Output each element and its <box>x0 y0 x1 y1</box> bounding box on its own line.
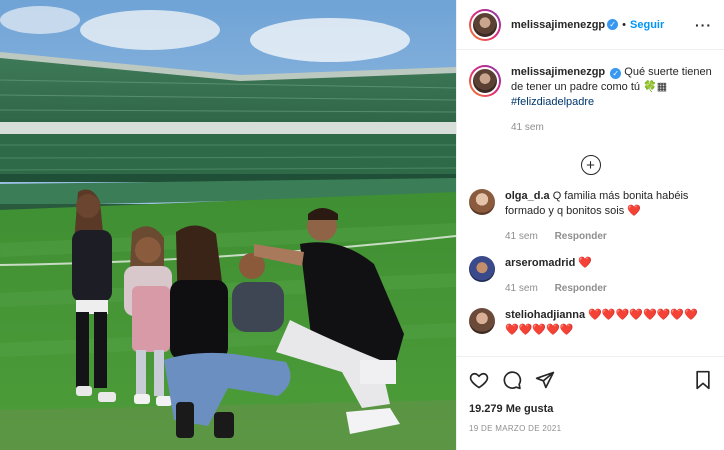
post-photo[interactable] <box>0 0 456 450</box>
caption-time[interactable]: 41 sem <box>511 122 544 133</box>
load-more-comments[interactable]: + <box>469 155 712 175</box>
commenter-username[interactable]: steliohadjianna <box>505 309 585 321</box>
comment-time[interactable]: 41 sem <box>505 283 538 294</box>
more-options-icon[interactable]: ··· <box>695 17 712 33</box>
action-bar <box>469 367 712 393</box>
bookmark-icon[interactable] <box>694 370 712 390</box>
comments-list[interactable]: melissajimenezgp ✓ Qué suerte tienen de … <box>457 51 724 355</box>
heart-icon[interactable] <box>469 370 489 390</box>
reply-button[interactable]: Responder <box>555 231 607 242</box>
commenter-avatar[interactable] <box>469 308 495 334</box>
separator-dot: • <box>622 18 627 31</box>
plus-circle-icon[interactable]: + <box>580 155 601 175</box>
commenter-avatar[interactable] <box>469 189 495 215</box>
commenter-avatar[interactable] <box>469 256 495 282</box>
comment-item: steliohadjianna ❤️❤️❤️❤️❤️❤️❤️❤️ ❤️❤️❤️❤… <box>469 308 712 338</box>
instagram-post-view: melissajimenezgp ✓ • Seguir ··· melissaj… <box>0 0 724 450</box>
verified-badge-icon: ✓ <box>607 19 619 30</box>
caption: melissajimenezgp ✓ Qué suerte tienen de … <box>469 65 712 133</box>
post-actions-footer: 19.279 Me gusta 19 DE MARZO DE 2021 <box>457 356 724 450</box>
follow-button[interactable]: Seguir <box>630 19 664 31</box>
comment-text: ❤️ <box>578 257 593 269</box>
commenter-username[interactable]: olga_d.a <box>505 190 550 202</box>
comment-item: arseromadrid ❤️ 41 sem Responder <box>469 256 712 294</box>
author-avatar[interactable] <box>469 8 501 41</box>
comment-icon[interactable] <box>502 370 522 390</box>
reply-button[interactable]: Responder <box>555 283 607 294</box>
post-sidebar: melissajimenezgp ✓ • Seguir ··· melissaj… <box>456 0 724 450</box>
stadium-family-photo <box>0 0 456 450</box>
post-date: 19 DE MARZO DE 2021 <box>469 424 562 433</box>
caption-hashtag[interactable]: #felizdiadelpadre <box>511 96 594 108</box>
caption-username[interactable]: melissajimenezgp <box>511 66 605 78</box>
comment-item: olga_d.a Q familia más bonita habéis for… <box>469 189 712 242</box>
caption-avatar[interactable] <box>469 65 501 97</box>
share-icon[interactable] <box>535 370 555 390</box>
comment-time[interactable]: 41 sem <box>505 231 538 242</box>
commenter-username[interactable]: arseromadrid <box>505 257 575 269</box>
caption-verified-icon: ✓ <box>610 68 622 79</box>
likes-count[interactable]: 19.279 Me gusta <box>469 403 712 415</box>
post-header: melissajimenezgp ✓ • Seguir ··· <box>457 0 724 50</box>
author-username[interactable]: melissajimenezgp <box>511 19 605 31</box>
